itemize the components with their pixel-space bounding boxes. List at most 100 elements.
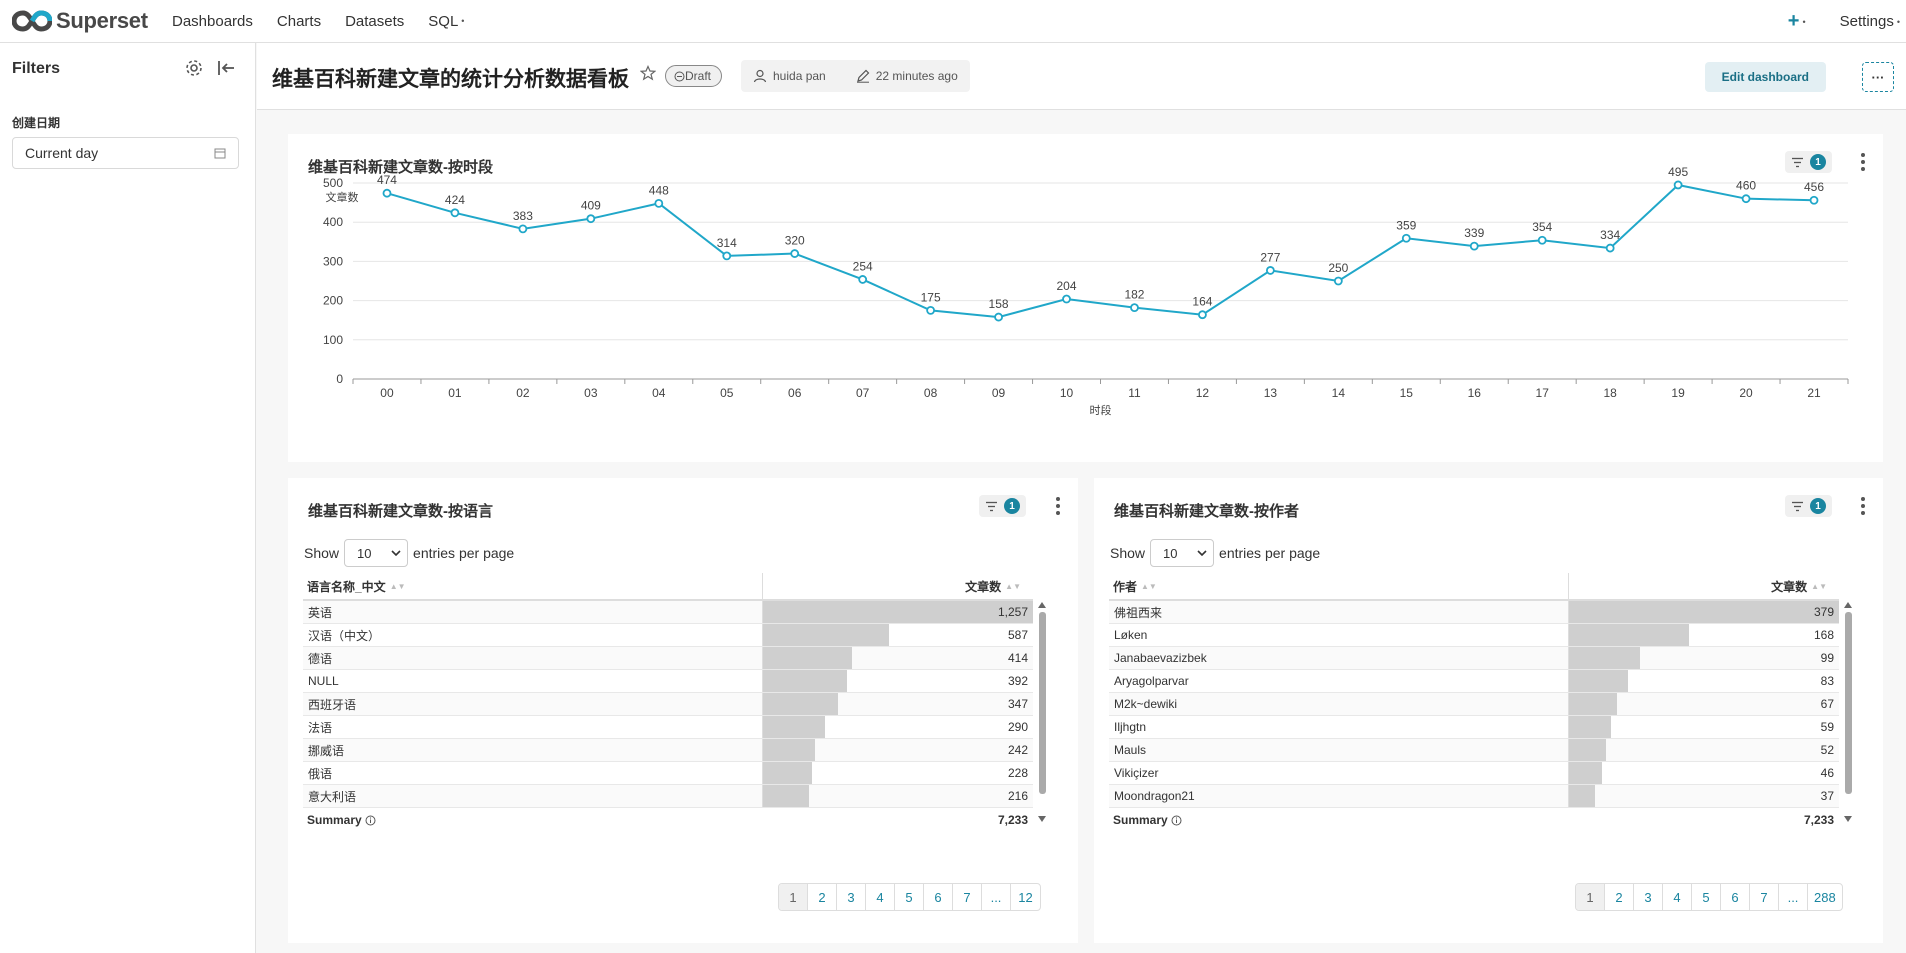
data-label: 320 xyxy=(785,234,805,248)
row-value: 37 xyxy=(1820,789,1834,803)
table-row[interactable]: 意大利语 216 xyxy=(303,785,1033,808)
show-label: Show xyxy=(304,545,340,561)
sort-icon: ▲▼ xyxy=(389,581,406,591)
page-button[interactable]: ... xyxy=(1779,884,1808,910)
language-table-title: 维基百科新建文章数-按语言 xyxy=(308,503,493,520)
status-badge[interactable]: Draft xyxy=(665,65,723,87)
row-value-cell: 1,257 xyxy=(763,601,1033,623)
collapse-sidebar-icon[interactable] xyxy=(215,57,237,79)
table-row[interactable]: Vikiçizer 46 xyxy=(1109,762,1839,785)
table-row[interactable]: 德语 414 xyxy=(303,647,1033,670)
plus-icon: + xyxy=(1787,10,1800,32)
value-bar xyxy=(763,716,825,738)
page-button[interactable]: 1 xyxy=(1576,884,1605,910)
x-tick-label: 00 xyxy=(380,386,394,400)
chevron-down-icon xyxy=(391,550,401,556)
column-header-author[interactable]: 作者 ▲▼ xyxy=(1109,573,1569,599)
value-bar xyxy=(763,739,815,761)
table-row[interactable]: Aryagolparvar 83 xyxy=(1109,670,1839,693)
page-button[interactable]: 6 xyxy=(924,884,953,910)
row-label: NULL xyxy=(303,670,763,692)
add-new-menu[interactable]: + • xyxy=(1788,10,1806,33)
entries-label: entries per page xyxy=(1219,545,1321,561)
nav-dashboards[interactable]: Dashboards xyxy=(172,13,253,30)
data-label: 359 xyxy=(1396,218,1416,232)
date-filter-value: Current day xyxy=(25,145,99,161)
row-label: M2k~dewiki xyxy=(1109,693,1569,715)
table-row[interactable]: 汉语（中文） 587 xyxy=(303,624,1033,647)
row-value-cell: 587 xyxy=(763,624,1033,646)
page-button[interactable]: 7 xyxy=(953,884,982,910)
page-button[interactable]: 3 xyxy=(1634,884,1663,910)
table-row[interactable]: 西班牙语 347 xyxy=(303,693,1033,716)
data-point xyxy=(1605,243,1615,253)
gear-icon[interactable] xyxy=(183,57,205,79)
page-button[interactable]: 12 xyxy=(1011,884,1040,910)
column-header-count[interactable]: 文章数 ▲▼ xyxy=(763,573,1033,599)
summary-label: Summary xyxy=(307,813,362,827)
row-value-cell: 228 xyxy=(763,762,1033,784)
star-icon[interactable] xyxy=(640,65,656,81)
page-button[interactable]: 2 xyxy=(1605,884,1634,910)
page-size-select[interactable]: 10 xyxy=(1150,539,1215,567)
data-label: 334 xyxy=(1600,228,1620,242)
x-tick-label: 14 xyxy=(1332,386,1346,400)
page-button[interactable]: 5 xyxy=(895,884,924,910)
filter-indicator[interactable]: 1 xyxy=(979,495,1026,517)
table-row[interactable]: 挪威语 242 xyxy=(303,739,1033,762)
table-row[interactable]: Janabaevazizbek 99 xyxy=(1109,647,1839,670)
table-row[interactable]: 法语 290 xyxy=(303,716,1033,739)
data-point xyxy=(1062,294,1071,304)
date-filter-input[interactable]: Current day xyxy=(12,137,239,169)
page-button[interactable]: 6 xyxy=(1721,884,1750,910)
page-button[interactable]: 4 xyxy=(866,884,895,910)
info-icon[interactable] xyxy=(365,815,376,826)
table-scrollbar[interactable] xyxy=(1037,600,1047,822)
table-row[interactable]: 佛祖西来 379 xyxy=(1109,601,1839,624)
page-size-select[interactable]: 10 xyxy=(344,539,409,567)
info-icon[interactable] xyxy=(1171,815,1182,826)
table-scrollbar[interactable] xyxy=(1843,600,1853,822)
table-row[interactable]: Moondragon21 37 xyxy=(1109,785,1839,808)
column-header-language[interactable]: 语言名称_中文 ▲▼ xyxy=(303,573,763,599)
dashboard-title[interactable]: 维基百科新建文章的统计分析数据看板 xyxy=(272,63,629,93)
filter-indicator[interactable]: 1 xyxy=(1785,495,1832,517)
data-point xyxy=(1265,266,1275,275)
page-button[interactable]: 2 xyxy=(808,884,837,910)
settings-menu[interactable]: Settings • xyxy=(1840,13,1900,30)
data-label: 495 xyxy=(1668,165,1688,179)
table-row[interactable]: NULL 392 xyxy=(303,670,1033,693)
y-tick-label: 300 xyxy=(323,254,343,268)
table-row[interactable]: Iljhgtn 59 xyxy=(1109,716,1839,739)
page-button[interactable]: 4 xyxy=(1663,884,1692,910)
data-label: 277 xyxy=(1260,250,1280,264)
page-button[interactable]: 5 xyxy=(1692,884,1721,910)
table-row[interactable]: 俄语 228 xyxy=(303,762,1033,785)
table-row[interactable]: 英语 1,257 xyxy=(303,601,1033,624)
row-label: Iljhgtn xyxy=(1109,716,1569,738)
superset-logo[interactable]: Superset xyxy=(12,8,148,34)
table-row[interactable]: Løken 168 xyxy=(1109,624,1839,647)
table-row[interactable]: Mauls 52 xyxy=(1109,739,1839,762)
page-button[interactable]: 7 xyxy=(1750,884,1779,910)
table-row[interactable]: M2k~dewiki 67 xyxy=(1109,693,1839,716)
filter-label-created-date: 创建日期 xyxy=(12,116,61,130)
nav-datasets[interactable]: Datasets xyxy=(345,13,404,30)
filter-sidebar: Filters 创建日期 Current day xyxy=(0,43,256,953)
page-button[interactable]: 288 xyxy=(1808,884,1842,910)
row-label: 汉语（中文） xyxy=(303,624,763,646)
page-button[interactable]: ... xyxy=(982,884,1011,910)
data-point xyxy=(654,198,664,208)
nav-charts[interactable]: Charts xyxy=(277,13,321,30)
data-point xyxy=(586,214,596,224)
page-button[interactable]: 1 xyxy=(779,884,808,910)
edit-dashboard-button[interactable]: Edit dashboard xyxy=(1704,62,1826,92)
kebab-menu-icon[interactable] xyxy=(1053,495,1063,517)
more-options-button[interactable]: ··· xyxy=(1862,62,1894,92)
page-button[interactable]: 3 xyxy=(837,884,866,910)
pencil-icon xyxy=(856,69,870,83)
nav-sql[interactable]: SQL • xyxy=(428,13,464,30)
row-value: 46 xyxy=(1820,766,1834,780)
column-header-count[interactable]: 文章数 ▲▼ xyxy=(1569,573,1839,599)
kebab-menu-icon[interactable] xyxy=(1858,495,1868,517)
